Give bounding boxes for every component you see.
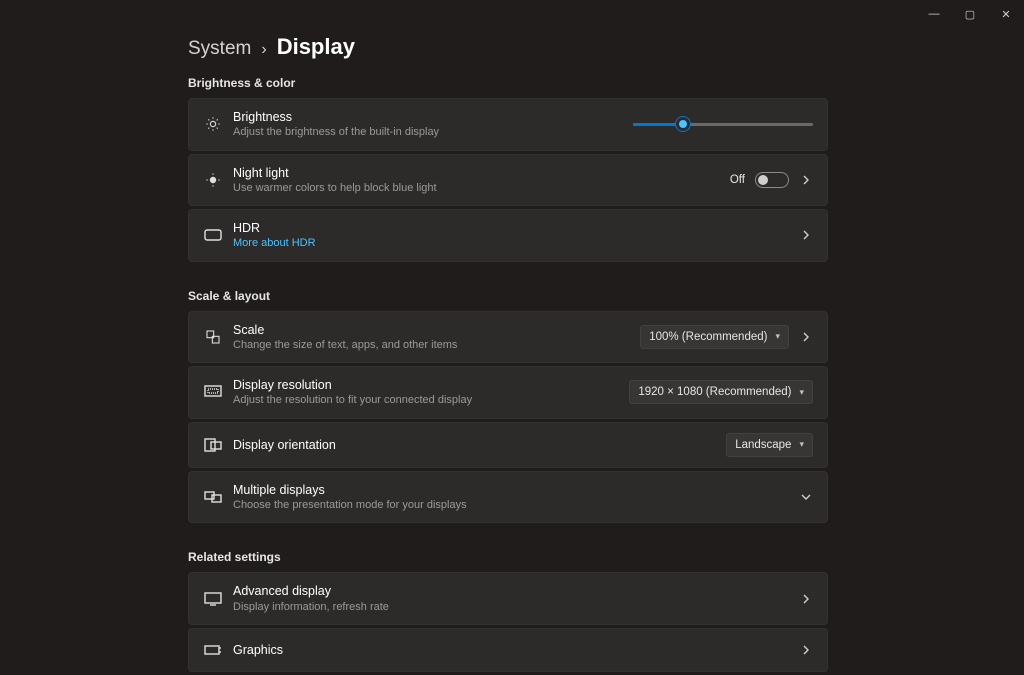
minimize-button[interactable]: — <box>916 0 952 28</box>
graphics-icon <box>201 643 225 657</box>
chevron-down-icon: ▾ <box>775 331 780 342</box>
chevron-right-icon <box>799 592 813 606</box>
graphics-row[interactable]: Graphics <box>188 628 828 672</box>
breadcrumb: System › Display <box>188 34 828 60</box>
scale-dropdown[interactable]: 100% (Recommended) ▾ <box>640 325 789 349</box>
orientation-title: Display orientation <box>233 437 726 453</box>
brightness-title: Brightness <box>233 109 633 125</box>
chevron-down-icon: ▾ <box>799 387 804 398</box>
resolution-icon <box>201 385 225 399</box>
orientation-value: Landscape <box>735 439 791 451</box>
orientation-row: Display orientation Landscape ▾ <box>188 422 828 468</box>
multiple-subtitle: Choose the presentation mode for your di… <box>233 498 799 512</box>
scale-title: Scale <box>233 322 640 338</box>
graphics-title: Graphics <box>233 642 799 658</box>
night-light-title: Night light <box>233 165 730 181</box>
close-button[interactable]: ✕ <box>988 0 1024 28</box>
resolution-row: Display resolution Adjust the resolution… <box>188 366 828 419</box>
hdr-more-link[interactable]: More about HDR <box>233 236 799 250</box>
chevron-right-icon <box>799 643 813 657</box>
page-title: Display <box>277 34 355 60</box>
night-light-subtitle: Use warmer colors to help block blue lig… <box>233 181 730 195</box>
night-light-icon <box>201 172 225 188</box>
hdr-title: HDR <box>233 220 799 236</box>
multiple-title: Multiple displays <box>233 482 799 498</box>
hdr-row[interactable]: HDR More about HDR <box>188 209 828 262</box>
sun-icon <box>201 116 225 132</box>
scale-subtitle: Change the size of text, apps, and other… <box>233 338 640 352</box>
chevron-right-icon <box>799 330 813 344</box>
resolution-value: 1920 × 1080 (Recommended) <box>638 386 791 398</box>
resolution-subtitle: Adjust the resolution to fit your connec… <box>233 393 629 407</box>
scale-icon <box>201 329 225 345</box>
chevron-down-icon: ▾ <box>799 439 804 450</box>
night-light-row[interactable]: Night light Use warmer colors to help bl… <box>188 154 828 207</box>
advanced-title: Advanced display <box>233 583 799 599</box>
monitor-icon <box>201 592 225 606</box>
chevron-right-icon <box>799 173 813 187</box>
scale-row[interactable]: Scale Change the size of text, apps, and… <box>188 311 828 364</box>
brightness-slider[interactable] <box>633 116 813 132</box>
night-light-toggle[interactable] <box>755 172 789 188</box>
section-brightness-color: Brightness & color <box>188 76 828 90</box>
orientation-icon <box>201 438 225 452</box>
hdr-icon <box>201 229 225 241</box>
window-controls: — ▢ ✕ <box>916 0 1024 28</box>
settings-page: System › Display Brightness & color Brig… <box>188 34 828 675</box>
breadcrumb-parent[interactable]: System <box>188 38 251 60</box>
scale-value: 100% (Recommended) <box>649 331 767 343</box>
advanced-subtitle: Display information, refresh rate <box>233 600 799 614</box>
multiple-displays-row[interactable]: Multiple displays Choose the presentatio… <box>188 471 828 524</box>
orientation-dropdown[interactable]: Landscape ▾ <box>726 433 813 457</box>
night-light-state: Off <box>730 174 745 186</box>
section-related: Related settings <box>188 550 828 564</box>
brightness-row: Brightness Adjust the brightness of the … <box>188 98 828 151</box>
brightness-subtitle: Adjust the brightness of the built-in di… <box>233 125 633 139</box>
multiple-displays-icon <box>201 490 225 504</box>
chevron-right-icon <box>799 228 813 242</box>
section-scale-layout: Scale & layout <box>188 289 828 303</box>
resolution-title: Display resolution <box>233 377 629 393</box>
resolution-dropdown[interactable]: 1920 × 1080 (Recommended) ▾ <box>629 380 813 404</box>
maximize-button[interactable]: ▢ <box>952 0 988 28</box>
advanced-display-row[interactable]: Advanced display Display information, re… <box>188 572 828 625</box>
chevron-right-icon: › <box>261 41 266 59</box>
chevron-down-icon <box>799 490 813 504</box>
